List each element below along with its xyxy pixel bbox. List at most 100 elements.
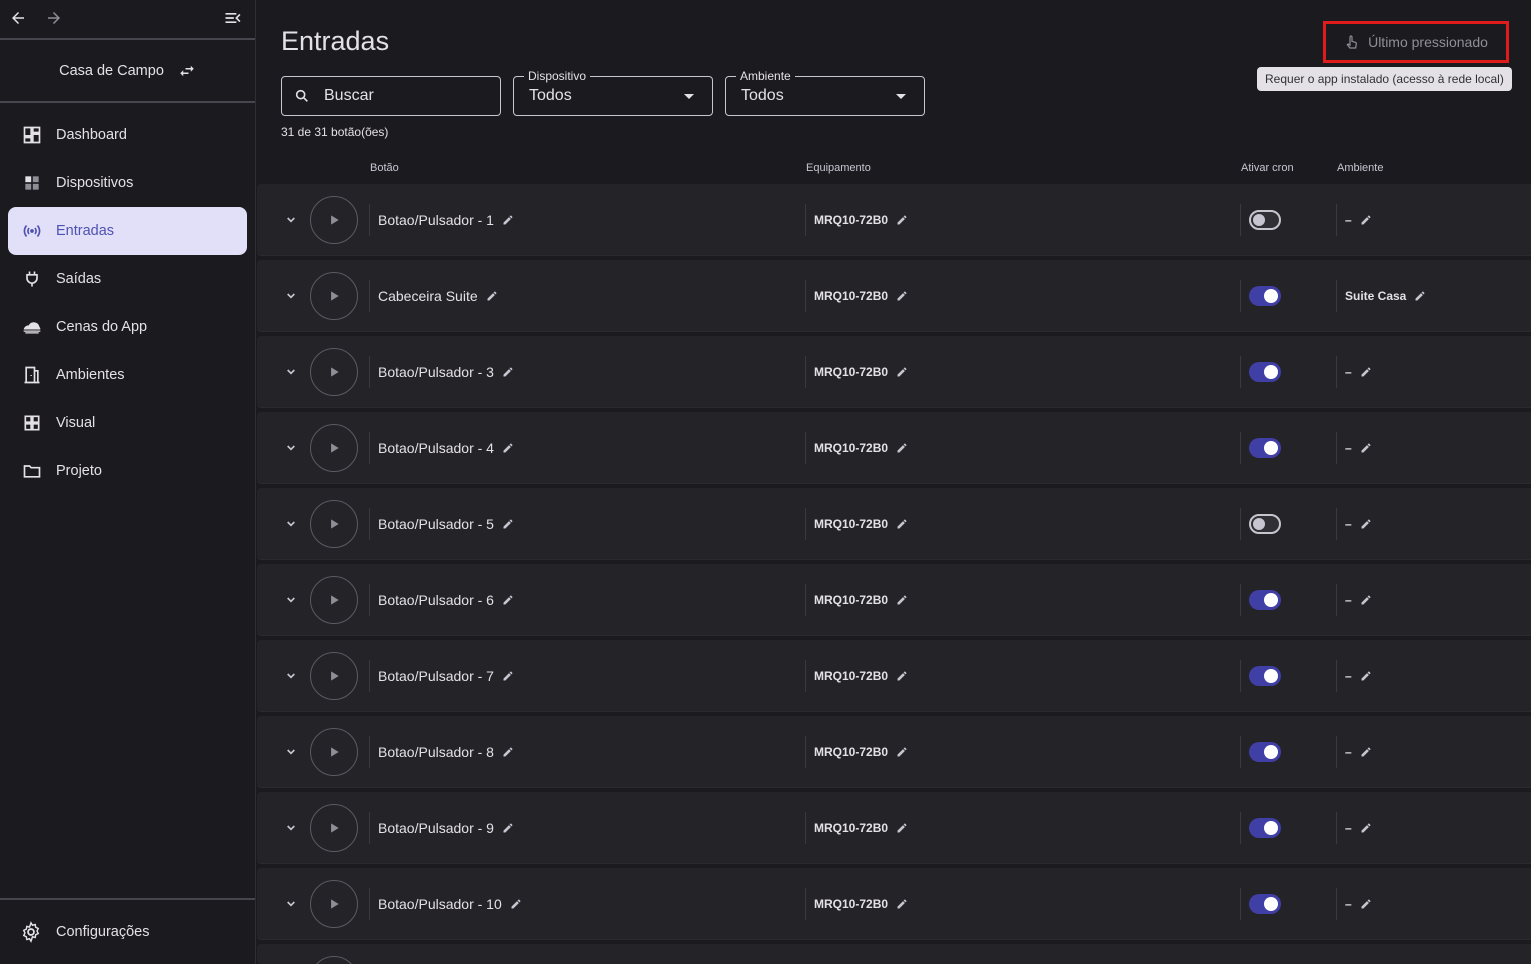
edit-pencil-icon[interactable] xyxy=(1360,518,1372,530)
play-button[interactable] xyxy=(310,728,358,776)
divider xyxy=(1336,660,1337,692)
play-button[interactable] xyxy=(310,348,358,396)
room-name: Suite Casa xyxy=(1345,289,1407,303)
cron-toggle[interactable] xyxy=(1249,894,1281,914)
edit-pencil-icon[interactable] xyxy=(502,366,514,378)
chevron-down-icon[interactable] xyxy=(283,440,299,456)
edit-pencil-icon[interactable] xyxy=(502,670,514,682)
play-button[interactable] xyxy=(310,804,358,852)
edit-pencil-icon[interactable] xyxy=(896,746,908,758)
device-select[interactable]: Dispositivo Todos xyxy=(513,69,713,116)
play-button[interactable] xyxy=(310,956,358,964)
edit-pencil-icon[interactable] xyxy=(502,518,514,530)
room-name: – xyxy=(1345,897,1352,911)
chevron-down-icon[interactable] xyxy=(283,212,299,228)
chevron-down-icon[interactable] xyxy=(283,896,299,912)
sidebar-item-configuracoes[interactable]: Configurações xyxy=(0,898,255,964)
edit-pencil-icon[interactable] xyxy=(896,822,908,834)
button-name-cell: Botao/Pulsador - 7 xyxy=(378,668,514,684)
equipment-name: MRQ10-72B0 xyxy=(814,365,889,379)
cron-toggle[interactable] xyxy=(1249,286,1281,306)
cron-toggle[interactable] xyxy=(1249,514,1281,534)
search-field[interactable] xyxy=(281,76,501,116)
edit-pencil-icon[interactable] xyxy=(896,594,908,606)
edit-pencil-icon[interactable] xyxy=(502,822,514,834)
edit-pencil-icon[interactable] xyxy=(1414,290,1426,302)
edit-pencil-icon[interactable] xyxy=(1360,594,1372,606)
cron-toggle[interactable] xyxy=(1249,742,1281,762)
sidebar-item-dashboard[interactable]: Dashboard xyxy=(8,111,247,159)
edit-pencil-icon[interactable] xyxy=(896,518,908,530)
cron-toggle[interactable] xyxy=(1249,438,1281,458)
menu-collapse-icon[interactable] xyxy=(221,6,245,30)
play-icon xyxy=(331,367,339,377)
sidebar-item-visual[interactable]: Visual xyxy=(8,399,247,447)
chevron-down-icon[interactable] xyxy=(283,364,299,380)
sidebar-top-bar xyxy=(0,0,255,40)
cron-toggle[interactable] xyxy=(1249,818,1281,838)
edit-pencil-icon[interactable] xyxy=(1360,442,1372,454)
edit-pencil-icon[interactable] xyxy=(1360,670,1372,682)
edit-pencil-icon[interactable] xyxy=(502,594,514,606)
search-input[interactable] xyxy=(324,87,484,105)
button-name: Botao/Pulsador - 5 xyxy=(378,516,494,532)
edit-pencil-icon[interactable] xyxy=(896,898,908,910)
play-button[interactable] xyxy=(310,576,358,624)
column-header-equipment: Equipamento xyxy=(806,162,871,174)
cron-toggle[interactable] xyxy=(1249,362,1281,382)
edit-pencil-icon[interactable] xyxy=(1360,746,1372,758)
divider xyxy=(369,508,370,540)
chevron-down-icon[interactable] xyxy=(283,820,299,836)
chevron-down-icon[interactable] xyxy=(283,744,299,760)
toggle-knob xyxy=(1253,214,1265,226)
sidebar-item-projeto[interactable]: Projeto xyxy=(8,447,247,495)
room-cell: – xyxy=(1345,213,1372,227)
edit-pencil-icon[interactable] xyxy=(502,746,514,758)
sidebar-item-dispositivos[interactable]: Dispositivos xyxy=(8,159,247,207)
edit-pencil-icon[interactable] xyxy=(896,670,908,682)
room-name: – xyxy=(1345,669,1352,683)
play-button[interactable] xyxy=(310,196,358,244)
chevron-down-icon[interactable] xyxy=(283,592,299,608)
home-selector[interactable]: Casa de Campo xyxy=(0,40,255,103)
chevron-down-icon[interactable] xyxy=(283,288,299,304)
edit-pencil-icon[interactable] xyxy=(896,290,908,302)
inputs-table: Botao/Pulsador - 1 MRQ10-72B0 – Cabeceira S… xyxy=(257,184,1531,964)
edit-pencil-icon[interactable] xyxy=(510,898,522,910)
sidebar-item-entradas[interactable]: Entradas xyxy=(8,207,247,255)
divider xyxy=(1240,204,1241,236)
play-button[interactable] xyxy=(310,424,358,472)
cron-toggle[interactable] xyxy=(1249,666,1281,686)
play-button[interactable] xyxy=(310,880,358,928)
back-arrow-icon[interactable] xyxy=(6,6,30,30)
forward-arrow-icon[interactable] xyxy=(42,6,66,30)
edit-pencil-icon[interactable] xyxy=(896,214,908,226)
cron-toggle[interactable] xyxy=(1249,210,1281,230)
edit-pencil-icon[interactable] xyxy=(502,214,514,226)
edit-pencil-icon[interactable] xyxy=(1360,214,1372,226)
edit-pencil-icon[interactable] xyxy=(1360,366,1372,378)
table-row: Botao/Pulsador - 6 MRQ10-72B0 – xyxy=(257,564,1531,636)
edit-pencil-icon[interactable] xyxy=(896,366,908,378)
play-button[interactable] xyxy=(310,272,358,320)
play-button[interactable] xyxy=(310,652,358,700)
chevron-down-icon[interactable] xyxy=(283,516,299,532)
divider xyxy=(369,432,370,464)
edit-pencil-icon[interactable] xyxy=(486,290,498,302)
last-pressed-button[interactable]: Último pressionado xyxy=(1328,24,1504,60)
edit-pencil-icon[interactable] xyxy=(1360,822,1372,834)
equipment-cell: MRQ10-72B0 xyxy=(814,821,908,835)
sidebar-item-ambientes[interactable]: Ambientes xyxy=(8,351,247,399)
play-button[interactable] xyxy=(310,500,358,548)
edit-pencil-icon[interactable] xyxy=(502,442,514,454)
chevron-down-icon[interactable] xyxy=(283,668,299,684)
room-select[interactable]: Ambiente Todos xyxy=(725,69,925,116)
edit-pencil-icon[interactable] xyxy=(896,442,908,454)
edit-pencil-icon[interactable] xyxy=(1360,898,1372,910)
divider xyxy=(805,584,806,616)
equipment-cell: MRQ10-72B0 xyxy=(814,213,908,227)
sidebar-item-saidas[interactable]: Saídas xyxy=(8,255,247,303)
cron-toggle[interactable] xyxy=(1249,590,1281,610)
sidebar-item-cenas[interactable]: Cenas do App xyxy=(8,303,247,351)
divider xyxy=(805,736,806,768)
